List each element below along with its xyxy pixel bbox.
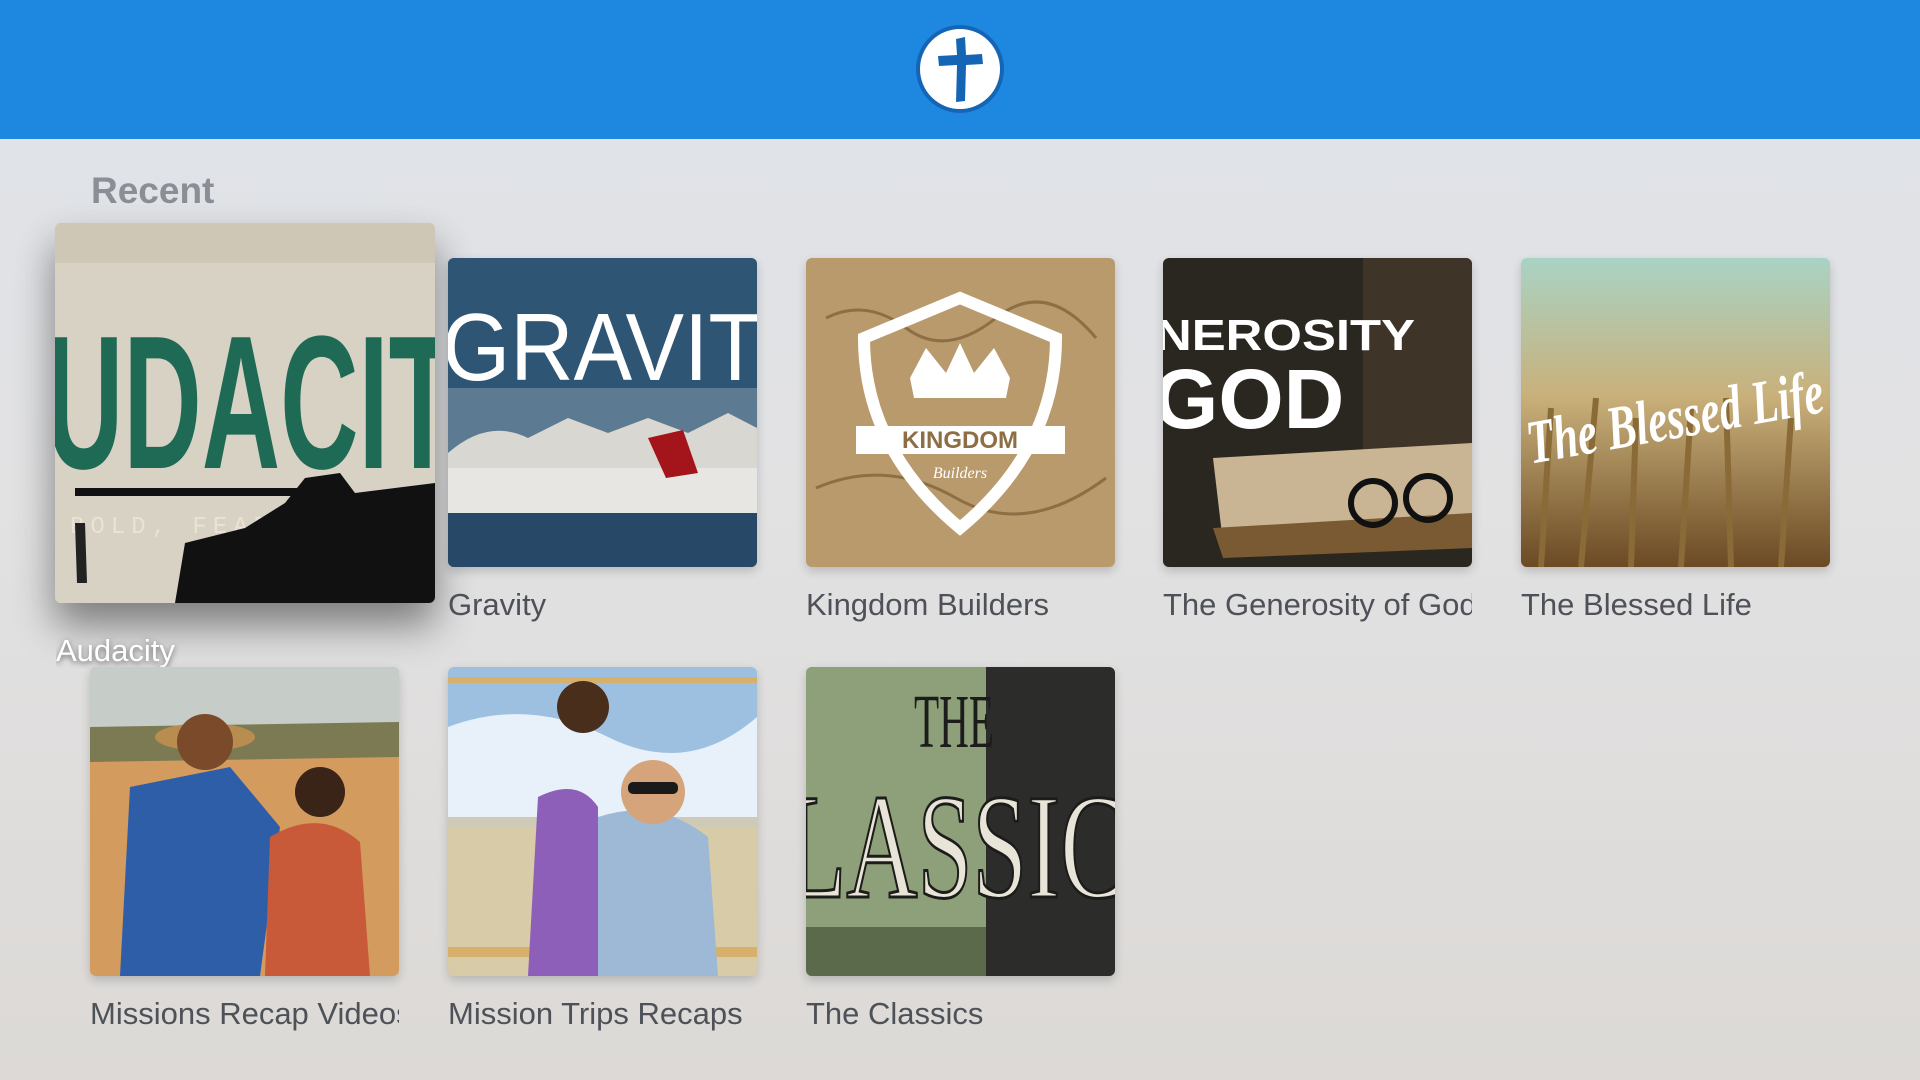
series-title: Gravity	[448, 587, 547, 622]
series-title: Kingdom Builders	[806, 587, 1049, 622]
series-artwork: THE LASSIC	[806, 667, 1115, 976]
series-title: The Blessed Life	[1521, 587, 1752, 622]
series-artwork: KINGDOM Builders	[806, 258, 1115, 567]
series-title: The Classics	[806, 996, 984, 1031]
series-title: Audacity	[56, 633, 175, 668]
art-title-text: THE	[914, 680, 994, 764]
art-subtitle-text: LASSIC	[806, 764, 1115, 930]
art-title-text: KINGDOM	[902, 427, 1018, 454]
series-artwork: GRAVIT	[448, 258, 757, 567]
series-artwork: The Blessed Life	[1521, 258, 1830, 567]
cross-circle-icon[interactable]	[916, 25, 1004, 113]
series-artwork: NEROSITY GOD	[1163, 258, 1472, 567]
art-subtitle-text: Builders	[933, 465, 987, 482]
section-title-recent: Recent	[91, 170, 215, 211]
series-artwork: UDACIT BOLD, FEARLESS, AND B	[55, 223, 435, 603]
top-bar	[0, 0, 1920, 139]
series-title: Mission Trips Recaps	[448, 996, 743, 1031]
series-title: The Generosity of God	[1163, 587, 1472, 622]
art-subtitle-text: GOD	[1163, 352, 1344, 446]
series-title: Missions Recap Videos	[90, 996, 399, 1031]
art-title-text: UDACIT	[55, 297, 435, 509]
art-title-text: GRAVIT	[448, 294, 757, 401]
series-artwork	[448, 667, 757, 976]
series-artwork	[90, 667, 399, 976]
